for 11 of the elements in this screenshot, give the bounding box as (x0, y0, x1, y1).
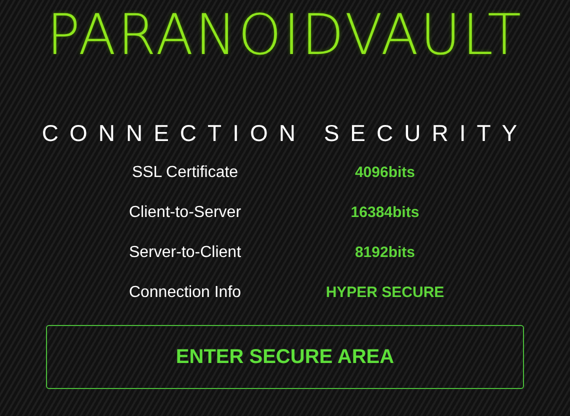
section-heading: CONNECTION SECURITY (42, 122, 528, 145)
row-label: Server-to-Client (128, 243, 242, 263)
row-value: 16384bits (350, 202, 420, 223)
row-label: Client-to-Server (128, 203, 242, 223)
logo: PARANOIDVAULT (46, 6, 524, 66)
row-value: 4096bits (354, 162, 416, 183)
row-value: HYPER SECURE (326, 282, 444, 303)
row-value: 8192bits (354, 242, 416, 263)
row-label: Connection Info (128, 283, 242, 303)
row-label: SSL Certificate (132, 163, 238, 183)
enter-button[interactable]: ENTER SECURE AREA (46, 325, 524, 389)
